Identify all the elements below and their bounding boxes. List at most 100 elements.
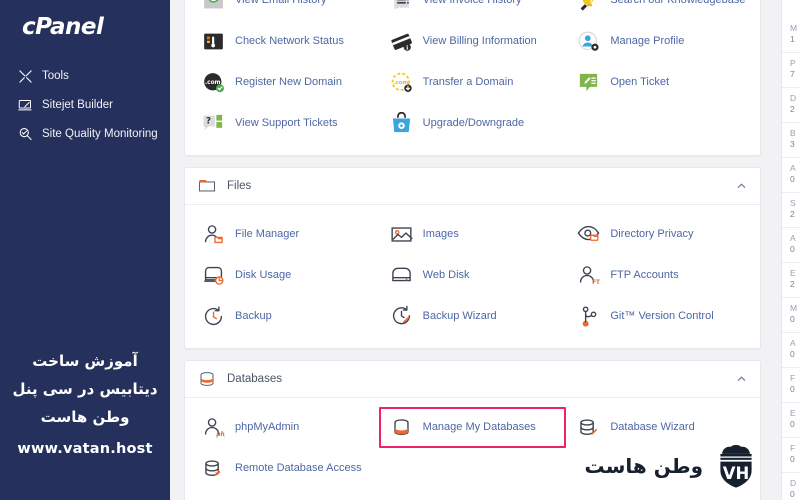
stat-value: 2 [790, 209, 795, 220]
network-status-icon [202, 30, 225, 53]
stat-row: F0 [782, 438, 800, 473]
tile-label: Manage My Databases [422, 420, 536, 433]
tile-label: FTP Accounts [610, 268, 679, 281]
tile-manage-profile[interactable]: Manage Profile [566, 21, 754, 62]
web-disk-icon [390, 264, 413, 287]
tile-label: View Billing Information [422, 34, 537, 47]
tile-disk-usage[interactable]: Disk Usage [191, 255, 379, 296]
ftp-accounts-icon: FTP [577, 264, 600, 287]
tile-open-ticket[interactable]: Open Ticket [566, 62, 754, 103]
stat-key: E [790, 268, 796, 278]
transfer-domain-icon: .com [390, 71, 413, 94]
tile-label: Images [422, 227, 459, 240]
cpanel-window: cPanel Tools Sitejet Builder Site Qualit… [0, 0, 800, 500]
stat-key: D [790, 478, 797, 488]
tile-label: File Manager [235, 227, 300, 240]
chevron-up-icon[interactable] [736, 374, 747, 385]
cpanel-logo[interactable]: cPanel [0, 0, 170, 40]
stat-value: 0 [790, 349, 795, 360]
stat-key: M [790, 23, 798, 33]
left-sidebar: cPanel Tools Sitejet Builder Site Qualit… [0, 0, 170, 500]
tile-label: Remote Database Access [235, 461, 362, 474]
stat-value: 0 [790, 384, 795, 395]
stat-key: A [790, 163, 796, 173]
promo-line-1: آموزش ساخت [32, 352, 138, 370]
section-header-files[interactable]: Files [185, 168, 760, 205]
tile-ftp-accounts[interactable]: FTP FTP Accounts [566, 255, 754, 296]
tile-label: Register New Domain [235, 75, 342, 88]
tile-grid-preferences-partial: View Email History View Invoice History Se… [185, 0, 760, 155]
stat-row: F0 [782, 368, 800, 403]
images-icon [390, 223, 413, 246]
tile-invoice-history[interactable]: View Invoice History [379, 0, 567, 21]
stat-value: 1 [790, 34, 795, 45]
tile-transfer-domain[interactable]: .com Transfer a Domain [379, 62, 567, 103]
backup-wizard-icon [390, 305, 413, 328]
stat-value: 0 [790, 314, 795, 325]
stat-key: A [790, 233, 796, 243]
stat-key: A [790, 338, 796, 348]
tile-knowledgebase[interactable]: Search our Knowledgebase [566, 0, 754, 21]
stats-sidebar: M1P7D2B3A0S2A0E2M0A0F0E0F0D0 [781, 0, 800, 500]
stat-row: M1 [782, 18, 800, 53]
tile-manage-databases[interactable]: Manage My Databases [378, 407, 567, 448]
tile-label: Open Ticket [610, 75, 670, 88]
tile-git-version-control[interactable]: Git™ Version Control [566, 296, 754, 337]
sections-container: View Email History View Invoice History Se… [170, 0, 775, 500]
backup-icon [202, 305, 225, 328]
svg-text:?: ? [206, 117, 211, 127]
tile-label: Backup [235, 309, 272, 322]
stat-value: 2 [790, 279, 795, 290]
watermark-text: وطن هاست [584, 454, 703, 478]
tile-email-history[interactable]: View Email History [191, 0, 379, 21]
database-icon [198, 370, 216, 388]
knowledgebase-icon [577, 0, 600, 12]
email-history-icon [202, 0, 225, 12]
tile-label: View Invoice History [423, 0, 522, 7]
stat-row: A0 [782, 158, 800, 193]
promo-line-2: دیتابیس در سی پنل [12, 379, 158, 398]
stat-key: E [790, 408, 796, 418]
tile-backup[interactable]: Backup [191, 296, 379, 337]
tile-web-disk[interactable]: Web Disk [379, 255, 567, 296]
chevron-up-icon[interactable] [736, 181, 747, 192]
folder-icon [198, 177, 216, 195]
sidebar-item-site-quality-monitoring[interactable]: Site Quality Monitoring [0, 120, 170, 149]
tile-label: Directory Privacy [610, 227, 694, 240]
tile-remote-database-access[interactable]: Remote Database Access [191, 448, 379, 489]
stat-key: D [790, 93, 797, 103]
tile-label: Transfer a Domain [422, 75, 514, 88]
invoice-history-icon [390, 0, 413, 12]
tile-phpmyadmin[interactable]: php phpMyAdmin [191, 407, 379, 448]
tile-label: View Email History [235, 0, 327, 7]
section-header-databases[interactable]: Databases [185, 361, 760, 398]
tile-support-tickets[interactable]: ? View Support Tickets [191, 103, 379, 144]
tile-backup-wizard[interactable]: Backup Wizard [379, 296, 567, 337]
promo-url: www.vatan.host [17, 441, 153, 458]
section-title: Databases [227, 373, 282, 385]
svg-text:FTP: FTP [592, 280, 600, 286]
tile-grid-files: File Manager Images Directory Privacy Disk … [185, 205, 760, 348]
tile-label: View Support Tickets [235, 116, 338, 129]
tile-file-manager[interactable]: File Manager [191, 214, 379, 255]
sidebar-item-label: Tools [42, 69, 69, 82]
svg-text:php: php [215, 432, 225, 438]
sidebar-item-tools[interactable]: Tools [0, 62, 170, 91]
main-content: View Email History View Invoice History Se… [170, 0, 800, 500]
tile-images[interactable]: Images [379, 214, 567, 255]
section-card-preferences-partial: View Email History View Invoice History Se… [184, 0, 761, 156]
tile-billing-information[interactable]: i View Billing Information [379, 21, 567, 62]
tile-register-domain[interactable]: .com Register New Domain [191, 62, 379, 103]
promo-line-3: وطن هاست [40, 407, 130, 426]
stat-key: M [790, 303, 798, 313]
vertical-scrollbar[interactable] [774, 0, 781, 500]
stat-value: 0 [790, 174, 795, 185]
stat-row: A0 [782, 333, 800, 368]
billing-information-icon: i [390, 30, 413, 53]
directory-privacy-icon [577, 223, 600, 246]
tile-network-status[interactable]: Check Network Status [191, 21, 379, 62]
tile-directory-privacy[interactable]: Directory Privacy [566, 214, 754, 255]
tile-upgrade-downgrade[interactable]: Upgrade/Downgrade [379, 103, 567, 144]
sidebar-item-sitejet-builder[interactable]: Sitejet Builder [0, 91, 170, 120]
stat-row: D2 [782, 88, 800, 123]
